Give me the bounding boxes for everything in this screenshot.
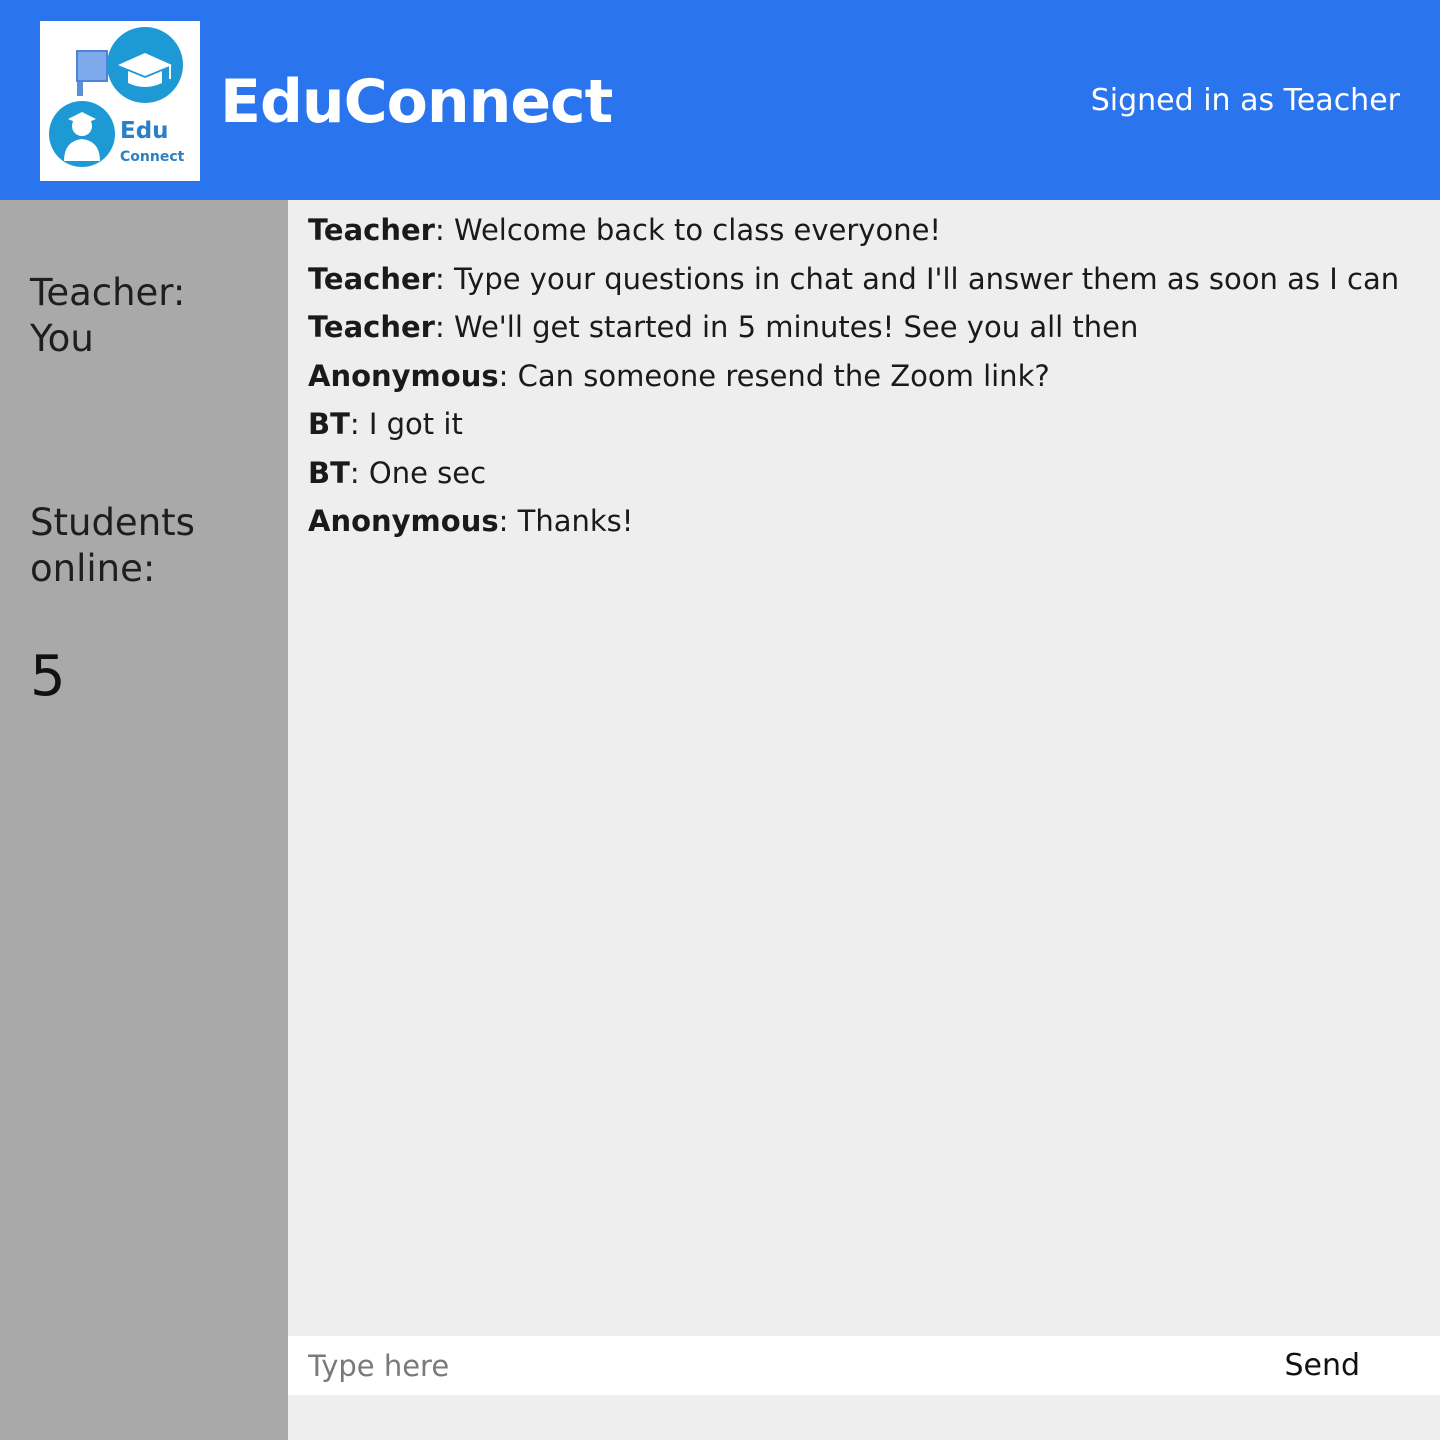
app-header: Edu Connect EduConnect Signed in as Teac… — [0, 0, 1440, 200]
message-sender: BT — [308, 407, 350, 441]
message-text: : We'll get started in 5 minutes! See yo… — [434, 310, 1139, 344]
message-sender: Anonymous — [308, 504, 499, 538]
logo-graphic: Edu Connect — [49, 27, 185, 167]
message-sender: Teacher — [308, 310, 435, 344]
message-text: : Type your questions in chat and I'll a… — [434, 261, 1400, 296]
chat-message: BT: I got it — [308, 400, 1420, 449]
message-text: : One sec — [349, 455, 487, 490]
message-text: : Thanks! — [498, 504, 634, 538]
app-title: EduConnect — [220, 67, 613, 137]
chat-message: Teacher: Type your questions in chat and… — [308, 255, 1420, 304]
teacher-label: Teacher: — [30, 271, 186, 314]
chat-log[interactable]: Teacher: Welcome back to class everyone!… — [288, 200, 1440, 1336]
flag-icon — [76, 50, 108, 96]
chat-message: Teacher: We'll get started in 5 minutes!… — [308, 303, 1420, 352]
students-online-info: Students online: — [30, 500, 270, 592]
logo-text-secondary: Connect — [120, 149, 185, 165]
send-button[interactable]: Send — [1284, 1336, 1360, 1395]
student-avatar-icon — [49, 101, 115, 167]
graduation-cap-icon — [107, 27, 183, 103]
message-sender: Teacher — [308, 261, 435, 296]
message-composer: Send — [288, 1336, 1440, 1395]
chat-message: BT: One sec — [308, 449, 1420, 498]
chat-footer — [288, 1395, 1440, 1440]
chat-message: Anonymous: Can someone resend the Zoom l… — [308, 352, 1420, 401]
teacher-value: You — [30, 317, 94, 360]
logo-text-primary: Edu — [120, 118, 169, 144]
message-input[interactable] — [288, 1336, 1268, 1395]
chat-message: Teacher: Welcome back to class everyone! — [308, 206, 1420, 255]
signed-in-status: Signed in as Teacher — [1090, 83, 1400, 118]
students-online-count: 5 — [30, 644, 66, 709]
message-sender: BT — [308, 455, 350, 490]
sidebar: Teacher: You Students online: 5 — [0, 200, 288, 1440]
students-label-line2: online: — [30, 547, 156, 590]
message-text: : Welcome back to class everyone! — [434, 213, 942, 247]
teacher-info: Teacher: You — [30, 270, 270, 362]
message-sender: Anonymous — [308, 358, 499, 393]
app-logo[interactable]: Edu Connect — [40, 21, 200, 181]
students-label-line1: Students — [30, 501, 195, 544]
message-sender: Teacher — [308, 213, 435, 247]
message-text: : Can someone resend the Zoom link? — [498, 358, 1050, 393]
message-text: : I got it — [349, 407, 463, 441]
chat-message: Anonymous: Thanks! — [308, 497, 1420, 546]
